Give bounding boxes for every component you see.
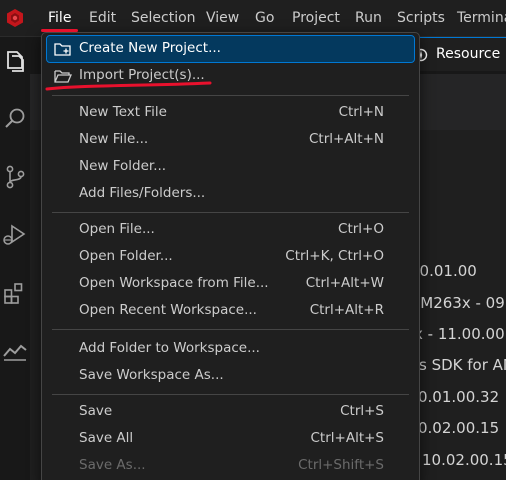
bg-text-line: x - 11.00.00.1 bbox=[414, 325, 506, 343]
menu-item-label: New Text File bbox=[79, 104, 167, 120]
menu-item-save-all[interactable]: Save All Ctrl+Alt+S bbox=[47, 426, 414, 452]
file-menu-dropdown: Create New Project... Import Project(s).… bbox=[41, 32, 420, 480]
annotation-underline-import bbox=[45, 81, 212, 91]
menu-item-shortcut: Ctrl+Alt+N bbox=[308, 131, 384, 147]
menu-go[interactable]: Go bbox=[255, 10, 274, 27]
search-icon[interactable] bbox=[2, 106, 28, 132]
bg-text-line: 0.02.00.15 bbox=[418, 419, 500, 437]
annotation-underline-file bbox=[41, 29, 78, 32]
explorer-icon[interactable] bbox=[2, 48, 28, 74]
menu-project[interactable]: Project bbox=[292, 10, 340, 27]
menu-item-create-new-project[interactable]: Create New Project... bbox=[46, 35, 415, 63]
menu-item-label: Open Workspace from File... bbox=[79, 275, 269, 291]
menu-item-shortcut: Ctrl+Alt+W bbox=[305, 275, 384, 291]
bg-text-line: AM263x - 09.0 bbox=[410, 294, 506, 312]
menu-item-label: Create New Project... bbox=[79, 40, 221, 56]
run-debug-icon[interactable] bbox=[2, 222, 28, 248]
bg-text-line: 00.01.00 bbox=[410, 262, 477, 280]
source-control-icon[interactable] bbox=[2, 164, 28, 190]
menu-item-save-as: Save As... Ctrl+Shift+S bbox=[47, 453, 414, 479]
menu-terminal[interactable]: Terminal bbox=[457, 10, 506, 27]
menu-scripts[interactable]: Scripts bbox=[397, 10, 445, 27]
menu-run[interactable]: Run bbox=[355, 10, 382, 27]
menu-item-shortcut: Ctrl+Shift+S bbox=[298, 457, 384, 473]
menu-item-label: Save bbox=[79, 403, 113, 419]
bg-text-line: 10.02.00.15 bbox=[422, 451, 506, 469]
bg-text-line: s SDK for AM bbox=[419, 356, 506, 374]
app-window: File Edit Selection View Go Project Run … bbox=[0, 0, 506, 480]
menu-selection[interactable]: Selection bbox=[131, 10, 196, 27]
menu-item-new-file[interactable]: New File... Ctrl+Alt+N bbox=[47, 127, 414, 153]
chart-icon[interactable] bbox=[2, 338, 28, 364]
extensions-icon[interactable] bbox=[2, 280, 28, 306]
menu-item-label: New File... bbox=[79, 131, 149, 147]
menu-item-label: Save All bbox=[79, 430, 134, 446]
menu-separator bbox=[52, 212, 409, 213]
menu-item-shortcut: Ctrl+K, Ctrl+O bbox=[285, 248, 384, 264]
menu-separator bbox=[52, 394, 409, 395]
menu-item-shortcut: Ctrl+O bbox=[338, 221, 384, 237]
menu-item-label: Add Folder to Workspace... bbox=[79, 340, 260, 356]
menu-edit[interactable]: Edit bbox=[89, 10, 116, 27]
activity-bar bbox=[0, 37, 30, 480]
menu-item-label: Open Recent Workspace... bbox=[79, 302, 257, 318]
menu-item-save[interactable]: Save Ctrl+S bbox=[47, 399, 414, 425]
menu-item-open-file[interactable]: Open File... Ctrl+O bbox=[47, 217, 414, 243]
menu-item-shortcut: Ctrl+Alt+S bbox=[310, 430, 385, 446]
menu-item-add-files-folders[interactable]: Add Files/Folders... bbox=[47, 181, 414, 207]
bg-text-line: 0.01.00.32 bbox=[418, 388, 500, 406]
tab-label: Resource Ex bbox=[436, 46, 506, 62]
app-logo-icon bbox=[5, 8, 25, 28]
menu-item-open-recent-workspace[interactable]: Open Recent Workspace... Ctrl+Alt+R bbox=[47, 298, 414, 324]
tab-resource-explorer[interactable]: Resource Ex bbox=[406, 37, 506, 71]
menu-separator bbox=[52, 329, 409, 330]
menu-file[interactable]: File bbox=[48, 10, 71, 27]
menu-item-new-text-file[interactable]: New Text File Ctrl+N bbox=[47, 100, 414, 126]
menu-separator bbox=[52, 95, 409, 96]
menu-item-shortcut: Ctrl+S bbox=[340, 403, 384, 419]
menu-item-save-workspace-as[interactable]: Save Workspace As... bbox=[47, 363, 414, 389]
menu-item-label: Add Files/Folders... bbox=[79, 185, 206, 201]
menu-item-open-folder[interactable]: Open Folder... Ctrl+K, Ctrl+O bbox=[47, 244, 414, 270]
menu-item-label: Open Folder... bbox=[79, 248, 173, 264]
menu-item-add-folder-to-workspace[interactable]: Add Folder to Workspace... bbox=[47, 336, 414, 362]
menu-item-label: Save Workspace As... bbox=[79, 367, 224, 383]
menu-view[interactable]: View bbox=[206, 10, 239, 27]
menu-item-label: Save As... bbox=[79, 457, 146, 473]
new-project-icon bbox=[54, 41, 72, 57]
menu-item-open-workspace-from-file[interactable]: Open Workspace from File... Ctrl+Alt+W bbox=[47, 271, 414, 297]
menu-item-label: New Folder... bbox=[79, 158, 167, 174]
menu-item-label: Open File... bbox=[79, 221, 155, 237]
menu-item-shortcut: Ctrl+N bbox=[338, 104, 384, 120]
menu-item-shortcut: Ctrl+Alt+R bbox=[309, 302, 384, 318]
menu-item-new-folder[interactable]: New Folder... bbox=[47, 154, 414, 180]
